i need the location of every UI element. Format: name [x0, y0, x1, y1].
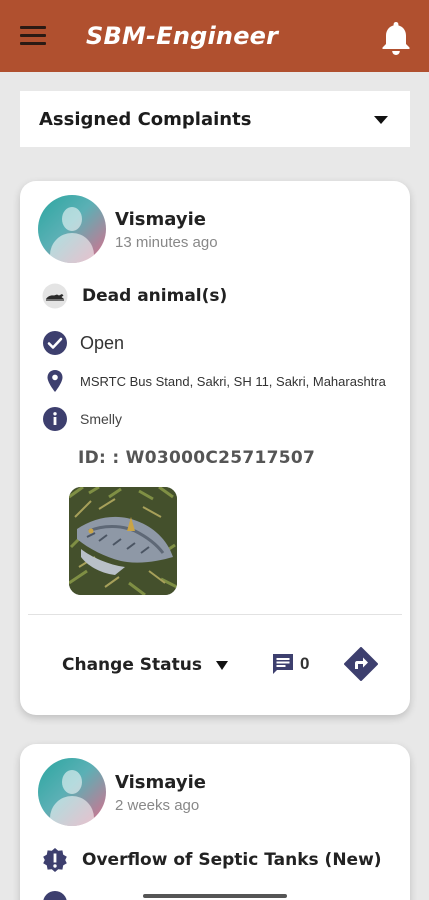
category-row: Dead animal(s): [42, 283, 227, 309]
complaint-user-name: Vismayie: [115, 772, 206, 793]
avatar: [38, 758, 106, 826]
complaint-photo[interactable]: [69, 487, 177, 595]
alert-badge-icon: [42, 847, 68, 873]
complaint-time: 13 minutes ago: [115, 234, 218, 251]
comment-count: 0: [300, 654, 310, 673]
bell-icon[interactable]: [380, 20, 412, 56]
home-indicator: [143, 894, 287, 898]
comments-button[interactable]: 0: [270, 651, 309, 677]
dead-animal-icon: [42, 283, 68, 309]
complaint-category: Dead animal(s): [82, 286, 228, 306]
check-circle-icon: [42, 330, 68, 356]
change-status-label: Change Status: [62, 655, 202, 675]
comment-icon: [273, 654, 293, 674]
check-circle-icon: [42, 890, 68, 900]
complaint-card[interactable]: Vismayie 13 minutes ago Dead animal(s) O…: [20, 181, 410, 715]
complaint-time: 2 weeks ago: [115, 797, 200, 814]
dropdown-arrow-icon: [215, 660, 228, 670]
location-pin-icon: [42, 368, 68, 394]
complaint-card[interactable]: Vismayie 2 weeks ago Overflow of Septic …: [20, 744, 410, 900]
category-row: Overflow of Septic Tanks (New): [42, 847, 382, 873]
change-status-dropdown[interactable]: Change Status: [62, 655, 228, 675]
complaint-status: Open: [80, 332, 125, 353]
directions-icon[interactable]: [344, 647, 378, 681]
info-icon: [42, 406, 68, 432]
description-row: Smelly: [42, 406, 122, 432]
complaint-category: Overflow of Septic Tanks (New): [82, 850, 382, 870]
complaint-id: ID: : W03000C25717507: [78, 448, 316, 468]
address-row: MSRTC Bus Stand, Sakri, SH 11, Sakri, Ma…: [42, 368, 398, 394]
complaint-description: Smelly: [80, 411, 123, 427]
app-title: SBM-Engineer: [86, 22, 279, 50]
status-row: [42, 890, 68, 900]
app-bar: SBM-Engineer: [0, 0, 429, 72]
filter-selected-label: Assigned Complaints: [39, 108, 252, 130]
complaint-user-name: Vismayie: [115, 209, 206, 230]
avatar: [38, 195, 106, 263]
card-divider: [28, 614, 402, 615]
dropdown-arrow-icon: [374, 116, 388, 124]
complaint-address: MSRTC Bus Stand, Sakri, SH 11, Sakri, Ma…: [80, 373, 386, 389]
complaint-filter-dropdown[interactable]: Assigned Complaints: [20, 91, 410, 147]
menu-icon[interactable]: [20, 26, 46, 46]
status-row: Open: [42, 330, 124, 356]
